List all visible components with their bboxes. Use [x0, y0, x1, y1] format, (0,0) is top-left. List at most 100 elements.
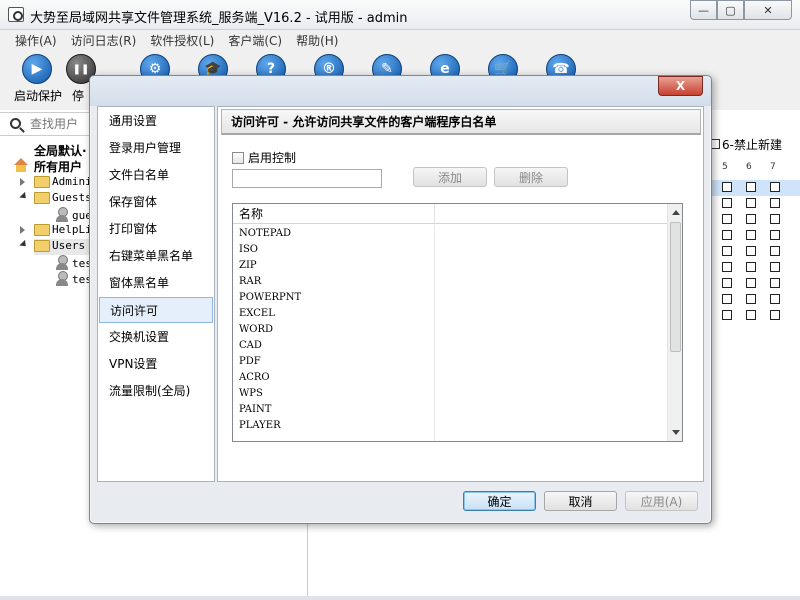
nav-access-permission[interactable]: 访问许可 — [99, 297, 213, 323]
permission-checkbox[interactable] — [770, 262, 780, 272]
user-icon — [54, 271, 70, 287]
menu-operate[interactable]: 操作(A) — [8, 30, 64, 50]
title-bar: 大势至局域网共享文件管理系统_服务端_V16.2 - 试用版 - admin —… — [0, 0, 800, 30]
user-icon — [54, 207, 70, 223]
list-item[interactable]: NOTEPAD — [239, 226, 291, 242]
menu-client[interactable]: 客户端(C) — [221, 30, 289, 50]
home-icon — [13, 158, 29, 172]
permission-checkbox[interactable] — [722, 214, 732, 224]
search-icon — [10, 118, 21, 129]
settings-dialog: X 通用设置 登录用户管理 文件白名单 保存窗体 打印窗体 右键菜单黑名单 窗体… — [89, 75, 712, 524]
permission-checkbox[interactable] — [722, 294, 732, 304]
permission-checkbox[interactable] — [770, 198, 780, 208]
folder-icon — [34, 224, 50, 236]
checkbox-box[interactable] — [232, 151, 244, 164]
scroll-thumb[interactable] — [670, 222, 681, 352]
user-icon — [54, 255, 70, 271]
permission-checkbox[interactable] — [722, 310, 732, 320]
permission-checkbox[interactable] — [722, 198, 732, 208]
cancel-button[interactable]: 取消 — [544, 491, 617, 511]
start-protection-button[interactable]: ▶ 启动保护 — [12, 52, 62, 108]
permission-checkbox[interactable] — [770, 310, 780, 320]
tree-group[interactable]: Users — [19, 239, 94, 255]
list-item[interactable]: PLAYER — [239, 418, 281, 434]
permission-checkbox[interactable] — [770, 214, 780, 224]
list-item[interactable]: POWERPNT — [239, 290, 301, 306]
list-item[interactable]: RAR — [239, 274, 261, 290]
permission-checkbox[interactable] — [722, 262, 732, 272]
nav-traffic-limit[interactable]: 流量限制(全局) — [99, 378, 213, 404]
add-button[interactable]: 添加 — [413, 167, 487, 187]
permission-checkbox[interactable] — [722, 278, 732, 288]
nav-switch-settings[interactable]: 交换机设置 — [99, 324, 213, 350]
menu-bar: 操作(A) 访问日志(R) 软件授权(L) 客户端(C) 帮助(H) — [0, 30, 800, 50]
list-item[interactable]: ISO — [239, 242, 258, 258]
permission-checkbox[interactable] — [770, 230, 780, 240]
program-name-input[interactable] — [232, 169, 382, 188]
column-header-name[interactable]: 名称 — [233, 204, 435, 224]
nav-window-blacklist[interactable]: 窗体黑名单 — [99, 270, 213, 296]
permission-checkbox[interactable] — [722, 230, 732, 240]
permission-checkbox[interactable] — [770, 246, 780, 256]
dialog-close-button[interactable]: X — [658, 76, 703, 96]
menu-help[interactable]: 帮助(H) — [289, 30, 345, 50]
menu-access-log[interactable]: 访问日志(R) — [64, 30, 144, 50]
permission-checkbox[interactable] — [746, 310, 756, 320]
permission-checkbox[interactable] — [770, 182, 780, 192]
status-bar — [0, 596, 800, 600]
permission-checkbox[interactable] — [722, 182, 732, 192]
app-icon — [8, 7, 24, 22]
nav-save-window[interactable]: 保存窗体 — [99, 189, 213, 215]
ok-button[interactable]: 确定 — [463, 491, 536, 511]
list-item[interactable]: EXCEL — [239, 306, 275, 322]
list-item[interactable]: PDF — [239, 354, 261, 370]
permission-checkbox[interactable] — [746, 294, 756, 304]
nav-login-users[interactable]: 登录用户管理 — [99, 135, 213, 161]
enable-control-checkbox[interactable]: 启用控制 — [232, 149, 296, 166]
close-icon: X — [675, 79, 686, 93]
scroll-up-icon[interactable] — [672, 210, 680, 215]
expand-icon[interactable] — [20, 178, 25, 186]
column-divider — [434, 225, 435, 441]
nav-general[interactable]: 通用设置 — [99, 108, 213, 134]
maximize-button[interactable]: ▢ — [717, 0, 744, 20]
enable-control-label: 启用控制 — [248, 151, 297, 165]
permission-checkbox[interactable] — [746, 230, 756, 240]
permission-checkbox[interactable] — [746, 198, 756, 208]
list-scrollbar[interactable] — [667, 204, 682, 441]
permission-checkbox[interactable] — [746, 278, 756, 288]
folder-icon — [34, 240, 50, 252]
list-header: 名称 — [233, 204, 667, 224]
list-item[interactable]: ZIP — [239, 258, 257, 274]
permission-checkbox[interactable] — [770, 294, 780, 304]
list-item[interactable]: ACRO — [239, 370, 270, 386]
collapse-icon[interactable] — [19, 191, 29, 202]
nav-file-whitelist[interactable]: 文件白名单 — [99, 162, 213, 188]
tree-all-users[interactable]: 所有用户 — [34, 158, 82, 175]
window-title: 大势至局域网共享文件管理系统_服务端_V16.2 - 试用版 - admin — [30, 11, 408, 26]
close-button[interactable]: ✕ — [744, 0, 792, 20]
nav-print-window[interactable]: 打印窗体 — [99, 216, 213, 242]
menu-license[interactable]: 软件授权(L) — [143, 30, 221, 50]
permission-checkbox[interactable] — [770, 278, 780, 288]
tree-global-default[interactable]: 全局默认· — [34, 142, 87, 159]
list-item[interactable]: WORD — [239, 322, 273, 338]
minimize-button[interactable]: — — [690, 0, 717, 20]
list-item[interactable]: PAINT — [239, 402, 271, 418]
minimize-icon: — — [698, 3, 709, 17]
list-item[interactable]: CAD — [239, 338, 262, 354]
permission-checkbox[interactable] — [746, 246, 756, 256]
scroll-down-icon[interactable] — [672, 430, 680, 435]
collapse-icon[interactable] — [19, 239, 29, 250]
permission-checkbox[interactable] — [746, 262, 756, 272]
permission-checkbox[interactable] — [722, 246, 732, 256]
expand-icon[interactable] — [20, 226, 25, 234]
access-permission-panel: 访问许可 - 允许访问共享文件的客户端程序白名单 启用控制 添加 删除 名称 N… — [217, 106, 704, 482]
permission-checkbox[interactable] — [746, 182, 756, 192]
nav-vpn-settings[interactable]: VPN设置 — [99, 351, 213, 377]
delete-button[interactable]: 删除 — [494, 167, 568, 187]
permission-checkbox[interactable] — [746, 214, 756, 224]
apply-button[interactable]: 应用(A) — [625, 491, 698, 511]
nav-context-menu-blacklist[interactable]: 右键菜单黑名单 — [99, 243, 213, 269]
list-item[interactable]: WPS — [239, 386, 263, 402]
